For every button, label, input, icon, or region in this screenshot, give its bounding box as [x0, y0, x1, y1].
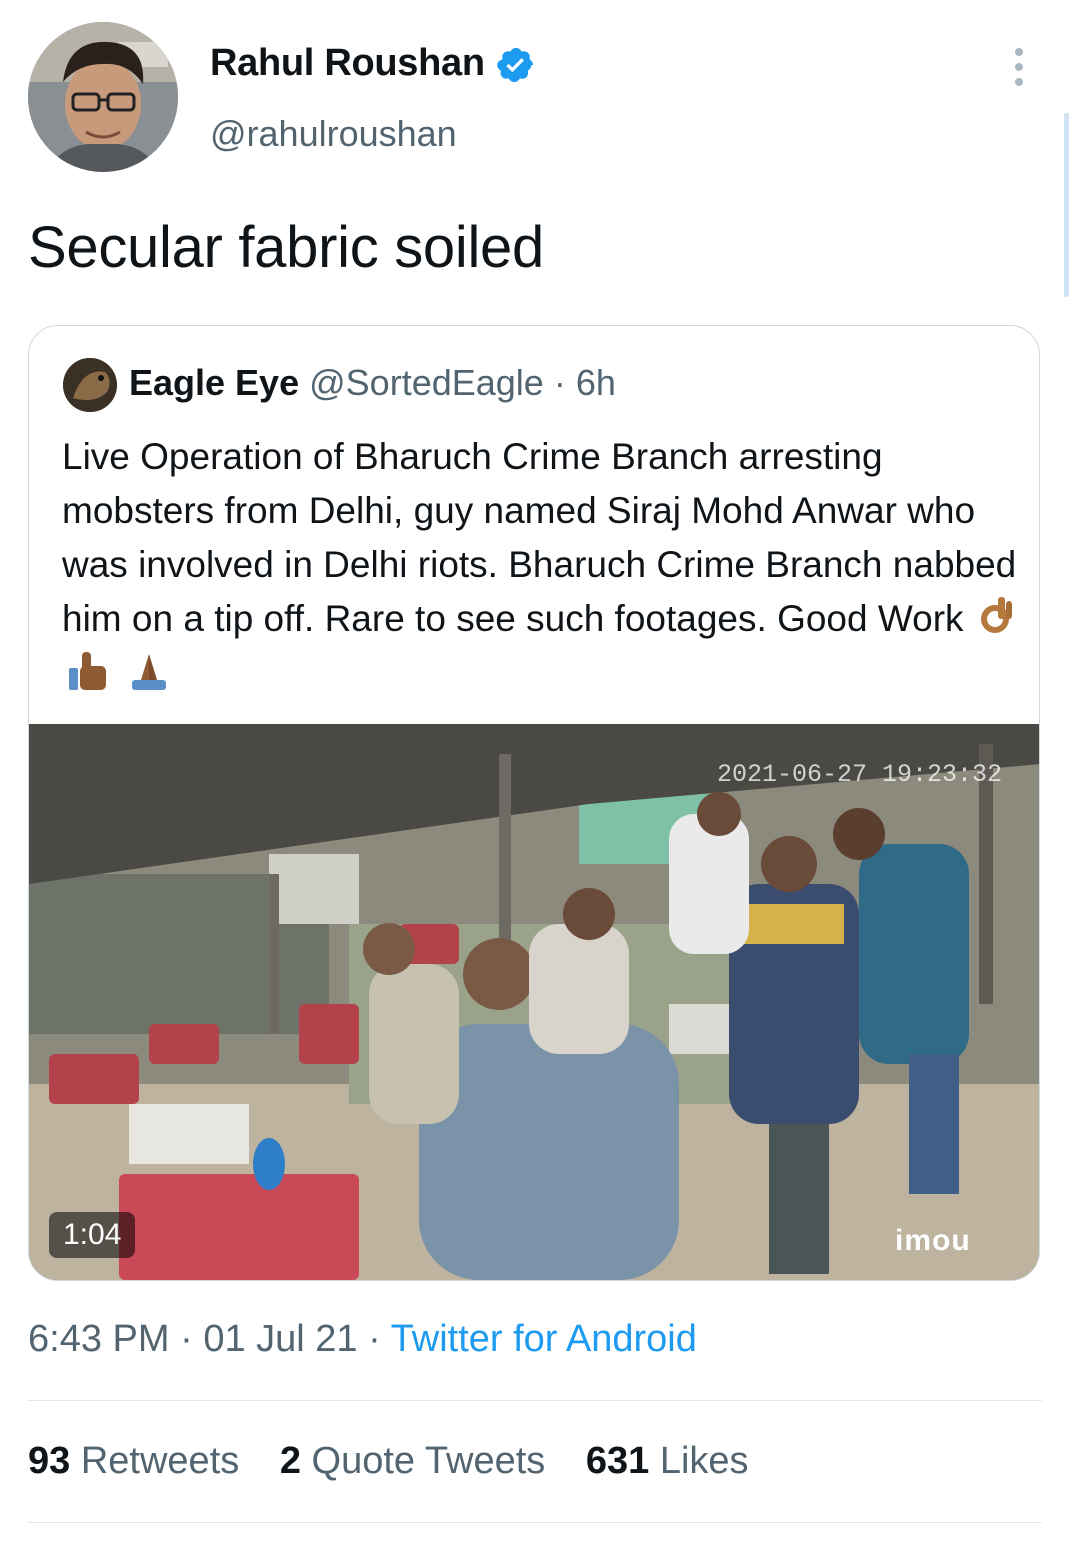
quoted-author-avatar[interactable] — [63, 358, 117, 412]
author-avatar[interactable] — [28, 22, 178, 172]
folded-hands-emoji — [126, 650, 172, 707]
ok-hand-emoji — [978, 593, 1018, 650]
quoted-tweet[interactable]: Eagle Eye @SortedEagle · 6h Live Operati… — [28, 325, 1040, 1281]
quoted-text-body: Live Operation of Bharuch Crime Branch a… — [62, 436, 1017, 639]
quote-tweets-count: 2 — [279, 1440, 301, 1482]
video-player[interactable]: 2021-06-27 19:23:32 imou 1:04 — [29, 724, 1039, 1280]
likes-label: Likes — [659, 1440, 749, 1482]
quoted-separator: · — [553, 362, 566, 403]
verified-badge-icon — [497, 47, 534, 83]
author-display-name[interactable]: Rahul Roushan — [210, 42, 485, 85]
divider — [28, 1400, 1042, 1401]
tweet-source-link[interactable]: Twitter for Android — [391, 1318, 697, 1360]
tweet-text: Secular fabric soiled — [28, 215, 544, 280]
author-handle[interactable]: @rahulroushan — [210, 113, 457, 155]
quote-tweets-label: Quote Tweets — [311, 1440, 546, 1482]
tweet-date[interactable]: 01 Jul 21 — [203, 1318, 357, 1360]
quoted-handle[interactable]: @SortedEagle — [309, 362, 544, 403]
camera-timestamp: 2021-06-27 19:23:32 — [717, 760, 1003, 789]
tweet-meta: 6:43 PM · 01 Jul 21 · Twitter for Androi… — [28, 1318, 697, 1361]
likes-count: 631 — [585, 1440, 650, 1482]
camera-watermark: imou — [895, 1224, 971, 1257]
retweets-stat[interactable]: 93 Retweets — [28, 1440, 239, 1482]
quoted-display-name[interactable]: Eagle Eye — [129, 362, 299, 403]
thumbs-up-emoji — [66, 650, 112, 707]
divider — [28, 1522, 1042, 1523]
retweets-label: Retweets — [80, 1440, 240, 1482]
more-vertical-icon[interactable] — [1004, 44, 1034, 88]
video-duration-badge: 1:04 — [49, 1212, 136, 1258]
likes-stat[interactable]: 631 Likes — [586, 1440, 749, 1482]
quoted-text: Live Operation of Bharuch Crime Branch a… — [62, 430, 1022, 707]
meta-separator: · — [180, 1318, 193, 1360]
retweets-count: 93 — [28, 1440, 71, 1482]
video-thumbnail — [29, 724, 1039, 1280]
quoted-header: Eagle Eye @SortedEagle · 6h — [129, 362, 616, 404]
tweet-time[interactable]: 6:43 PM — [28, 1318, 170, 1360]
meta-separator: · — [368, 1318, 381, 1360]
quoted-timestamp[interactable]: 6h — [576, 362, 616, 403]
scroll-indicator[interactable] — [1064, 113, 1069, 297]
engagement-stats: 93 Retweets 2 Quote Tweets 631 Likes — [28, 1440, 779, 1483]
quote-tweets-stat[interactable]: 2 Quote Tweets — [280, 1440, 545, 1482]
